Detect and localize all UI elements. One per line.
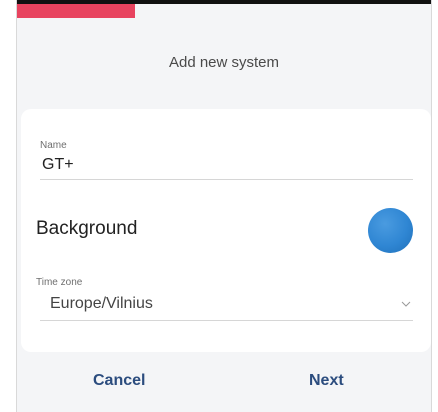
name-label: Name bbox=[40, 140, 67, 151]
name-underline bbox=[40, 179, 413, 180]
chevron-down-icon[interactable] bbox=[401, 299, 411, 309]
next-button[interactable]: Next bbox=[309, 372, 344, 390]
form-card: Name GT+ Background Time zone Europe/Vil… bbox=[21, 109, 431, 352]
name-field[interactable]: GT+ bbox=[42, 156, 74, 174]
progress-bar bbox=[17, 4, 135, 18]
time-zone-underline bbox=[40, 320, 413, 321]
screen: Add new system Name GT+ Background Time … bbox=[0, 0, 438, 412]
cancel-button[interactable]: Cancel bbox=[93, 372, 145, 390]
background-label: Background bbox=[36, 218, 138, 239]
add-system-dialog: Add new system Name GT+ Background Time … bbox=[16, 0, 432, 412]
time-zone-value: Europe/Vilnius bbox=[50, 295, 153, 312]
dialog-title: Add new system bbox=[168, 54, 280, 71]
background-color-swatch[interactable] bbox=[368, 208, 413, 253]
